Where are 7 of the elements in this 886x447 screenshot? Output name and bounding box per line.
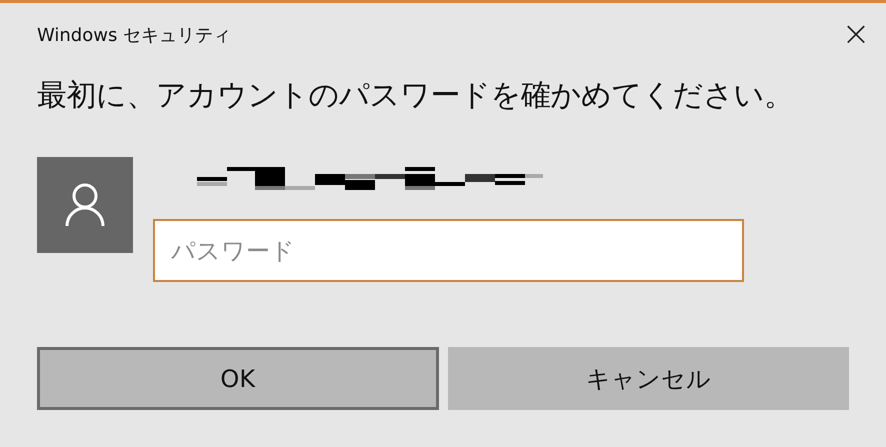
ok-button[interactable]: OK [37, 347, 438, 410]
password-field[interactable]: パスワード [153, 219, 744, 282]
user-icon [65, 182, 105, 228]
close-button[interactable]: × [841, 14, 871, 54]
window-title: Windows セキュリティ [37, 24, 232, 47]
dialog-heading: 最初に、アカウントのパスワードを確かめてください。 [37, 76, 794, 114]
cancel-button[interactable]: キャンセル [448, 347, 849, 410]
